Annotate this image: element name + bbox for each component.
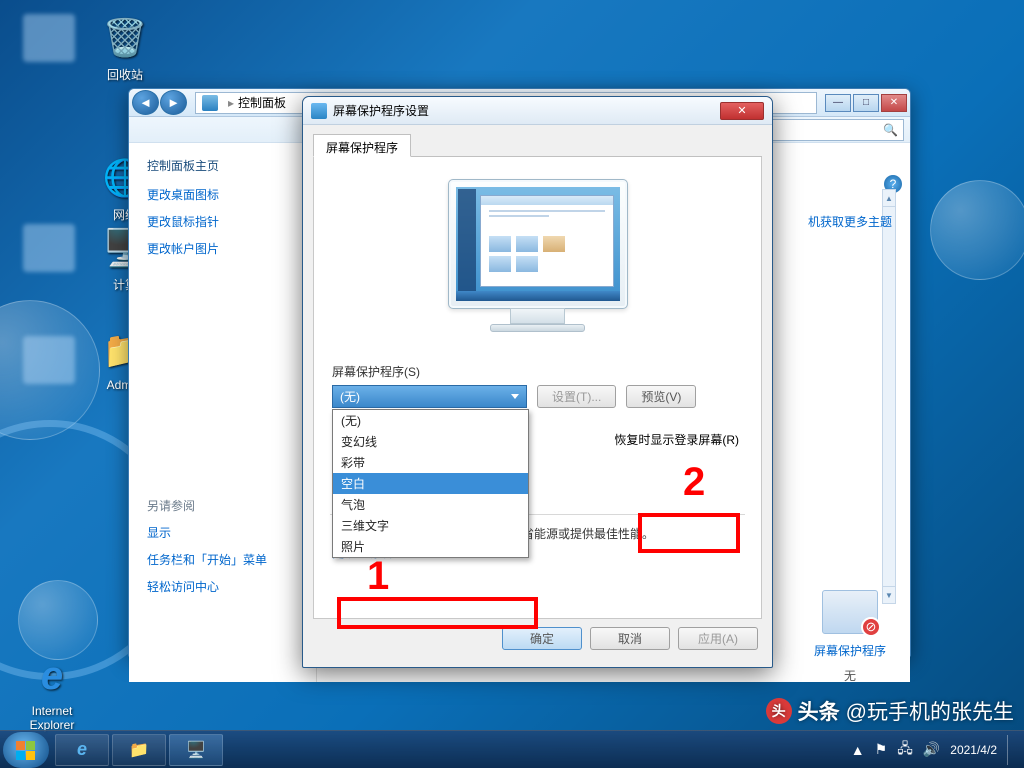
- dialog-titlebar[interactable]: 屏幕保护程序设置 ✕: [303, 97, 772, 125]
- desktop-icon-blur3[interactable]: [12, 336, 86, 388]
- sidebar-link-taskbar[interactable]: 任务栏和「开始」菜单: [147, 551, 298, 568]
- cancel-button[interactable]: 取消: [590, 627, 670, 650]
- desktop-icon-ie[interactable]: e Internet Explorer: [12, 652, 92, 732]
- desktop-icon-recycle[interactable]: 🗑️ 回收站: [88, 14, 162, 83]
- power-text: 省能源或提供最佳性能。: [522, 525, 743, 544]
- option-bubbles[interactable]: 气泡: [333, 494, 528, 515]
- sidebar-link-cursor[interactable]: 更改鼠标指针: [147, 213, 298, 230]
- see-also-label: 另请参阅: [147, 497, 298, 514]
- tab-screensaver[interactable]: 屏幕保护程序: [313, 134, 411, 157]
- tray-network-icon[interactable]: 🖧: [897, 738, 913, 762]
- show-desktop-button[interactable]: [1007, 735, 1015, 765]
- sidebar-link-ease[interactable]: 轻松访问中心: [147, 578, 298, 595]
- dialog-title: 屏幕保护程序设置: [333, 102, 429, 119]
- apply-button[interactable]: 应用(A): [678, 627, 758, 650]
- recycle-bin-icon: 🗑️: [101, 14, 149, 62]
- blurred-icon: [23, 224, 75, 272]
- screensaver-dropdown: (无) 变幻线 彩带 空白 气泡 三维文字 照片: [332, 409, 529, 558]
- sidebar-link-desktop-icons[interactable]: 更改桌面图标: [147, 186, 298, 203]
- ok-button[interactable]: 确定: [502, 627, 582, 650]
- chevron-down-icon: [511, 394, 519, 399]
- blurred-icon: [23, 14, 75, 62]
- taskbar-explorer-button[interactable]: 📁: [112, 734, 166, 766]
- option-none[interactable]: (无): [333, 410, 528, 431]
- blurred-icon: [23, 336, 75, 384]
- option-3dtext[interactable]: 三维文字: [333, 515, 528, 536]
- screensaver-value: 无: [800, 667, 900, 684]
- watermark: 头 头条 @玩手机的张先生: [766, 696, 1014, 726]
- desktop-icon-label: 回收站: [88, 66, 162, 83]
- ie-icon: e: [28, 652, 76, 700]
- tray-date[interactable]: 2021/4/2: [950, 743, 997, 757]
- taskbar-ie-button[interactable]: e: [55, 734, 109, 766]
- settings-button[interactable]: 设置(T)...: [537, 385, 616, 408]
- group-label: 屏幕保护程序(S): [332, 363, 743, 380]
- start-button[interactable]: [3, 732, 49, 768]
- monitor-preview: [438, 179, 638, 349]
- dialog-icon: [311, 103, 327, 119]
- maximize-button[interactable]: □: [853, 94, 879, 112]
- screensaver-thumb-icon[interactable]: ⊘: [822, 590, 878, 634]
- tray-volume-icon[interactable]: 🔊: [923, 741, 940, 758]
- sidebar-link-account-pic[interactable]: 更改帐户图片: [147, 240, 298, 257]
- system-tray[interactable]: ▲ ⚑ 🖧 🔊 2021/4/2: [851, 735, 1021, 765]
- online-themes-link[interactable]: 机获取更多主题: [800, 213, 900, 230]
- watermark-icon: 头: [766, 698, 792, 724]
- desktop-icon-blur2[interactable]: [12, 224, 86, 276]
- screensaver-label[interactable]: 屏幕保护程序: [800, 642, 900, 659]
- prohibit-icon: ⊘: [861, 617, 881, 637]
- tray-action-center-icon[interactable]: ⚑: [875, 741, 888, 758]
- sidebar-home[interactable]: 控制面板主页: [147, 157, 298, 174]
- breadcrumb-text: 控制面板: [238, 94, 286, 111]
- control-panel-icon: [202, 95, 218, 111]
- option-blank[interactable]: 空白: [333, 473, 528, 494]
- option-mystify[interactable]: 变幻线: [333, 431, 528, 452]
- option-ribbons[interactable]: 彩带: [333, 452, 528, 473]
- close-button[interactable]: ✕: [881, 94, 907, 112]
- desktop-icon-label: Internet Explorer: [12, 704, 92, 732]
- resume-checkbox-label[interactable]: 恢复时显示登录屏幕(R): [614, 431, 739, 448]
- desktop-icon-blur1[interactable]: [12, 14, 86, 66]
- option-photos[interactable]: 照片: [333, 536, 528, 557]
- watermark-author: @玩手机的张先生: [846, 696, 1014, 726]
- screensaver-dialog: 屏幕保护程序设置 ✕ 屏幕保护程序: [302, 96, 773, 668]
- nav-forward-button[interactable]: ►: [160, 90, 187, 115]
- taskbar[interactable]: e 📁 🖥️ ▲ ⚑ 🖧 🔊 2021/4/2: [0, 730, 1024, 768]
- taskbar-cp-button[interactable]: 🖥️: [169, 734, 223, 766]
- sidebar: 控制面板主页 更改桌面图标 更改鼠标指针 更改帐户图片 另请参阅 显示 任务栏和…: [129, 143, 317, 682]
- watermark-prefix: 头条: [798, 696, 840, 726]
- minimize-button[interactable]: —: [825, 94, 851, 112]
- combo-value: (无): [340, 388, 360, 405]
- nav-back-button[interactable]: ◄: [132, 90, 159, 115]
- preview-button[interactable]: 预览(V): [626, 385, 696, 408]
- tray-flag-icon[interactable]: ▲: [851, 742, 865, 758]
- sidebar-link-display[interactable]: 显示: [147, 524, 298, 541]
- screensaver-select[interactable]: (无) (无) 变幻线 彩带 空白 气泡 三维文字 照片: [332, 385, 527, 408]
- dialog-close-button[interactable]: ✕: [720, 102, 764, 120]
